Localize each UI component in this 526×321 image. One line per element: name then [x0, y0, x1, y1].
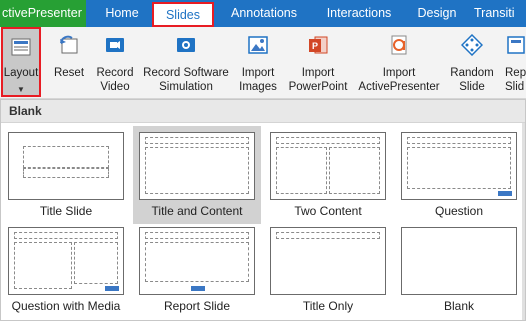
import-images-label: Import Images	[239, 67, 277, 93]
layout-gallery: Blank Title Slide Title and Content Two …	[0, 99, 526, 321]
thumbnail	[401, 227, 517, 295]
record-software-simulation-label: Record Software Simulation	[143, 67, 229, 93]
import-images-button[interactable]: Import Images	[236, 27, 280, 97]
layout-question[interactable]: Question	[395, 126, 523, 224]
layout-icon	[11, 38, 31, 56]
layout-two-content[interactable]: Two Content	[264, 126, 392, 224]
tab-design[interactable]: Design	[410, 0, 464, 27]
tab-home[interactable]: Home	[92, 0, 152, 27]
layout-label: Blank	[443, 299, 475, 313]
layout-title-and-content[interactable]: Title and Content	[133, 126, 261, 224]
image-icon	[248, 36, 268, 54]
thumbnail	[139, 227, 255, 295]
thumbnail	[8, 132, 124, 200]
repeat-slide-button[interactable]: Rep Slid	[503, 27, 526, 97]
import-activepresenter-label: Import ActivePresenter	[358, 67, 440, 93]
ribbon-panel: Layout ▼ Reset Record Video Record Softw…	[0, 27, 526, 99]
import-powerpoint-button[interactable]: P Import PowerPoint	[285, 27, 351, 97]
thumbnail	[270, 227, 386, 295]
layout-label: Two Content	[294, 204, 362, 218]
camera-icon	[177, 38, 195, 52]
layout-label: Question with Media	[11, 299, 121, 313]
thumbnail	[8, 227, 124, 295]
layout-question-with-media[interactable]: Question with Media	[2, 221, 130, 319]
layout-blank[interactable]: Blank	[395, 221, 523, 319]
section-header: Blank	[1, 100, 525, 123]
tab-interactions[interactable]: Interactions	[316, 0, 402, 27]
thumbnail	[270, 132, 386, 200]
app-menu-tab[interactable]: ctivePresenter	[0, 0, 86, 27]
reset-icon	[60, 35, 78, 54]
layout-label: Question	[434, 204, 484, 218]
thumbnail	[139, 132, 255, 200]
layout-title-slide[interactable]: Title Slide	[2, 126, 130, 224]
svg-text:P: P	[312, 41, 318, 51]
tab-annotations[interactable]: Annotations	[222, 0, 306, 27]
chevron-down-icon: ▼	[17, 85, 25, 94]
submit-bar	[498, 191, 512, 196]
layout-button[interactable]: Layout ▼	[1, 27, 41, 97]
layout-label: Report Slide	[163, 299, 231, 313]
ribbon-tab-bar: ctivePresenter Home Slides Annotations I…	[0, 0, 526, 27]
record-video-label: Record Video	[96, 67, 134, 93]
reset-button[interactable]: Reset	[50, 27, 88, 97]
record-video-button[interactable]: Record Video	[93, 27, 137, 97]
video-camera-icon	[106, 38, 124, 52]
layout-label: Layout	[3, 67, 39, 79]
layout-title-only[interactable]: Title Only	[264, 221, 392, 319]
layout-label: Title Only	[302, 299, 354, 313]
random-slide-label: Random Slide	[450, 67, 494, 93]
layout-report-slide[interactable]: Report Slide	[133, 221, 261, 319]
layout-label: Title and Content	[151, 204, 243, 218]
repeat-slide-label: Rep Slid	[505, 67, 526, 93]
random-slide-button[interactable]: Random Slide	[448, 27, 496, 97]
gallery-scrollbar[interactable]	[522, 123, 525, 320]
report-bar	[191, 286, 205, 291]
powerpoint-icon: P	[309, 36, 328, 54]
layout-label: Title Slide	[39, 204, 93, 218]
tab-transitions[interactable]: Transiti	[474, 0, 526, 27]
record-software-simulation-button[interactable]: Record Software Simulation	[141, 27, 231, 97]
import-activepresenter-button[interactable]: Import ActivePresenter	[354, 27, 444, 97]
thumbnail	[401, 132, 517, 200]
import-powerpoint-label: Import PowerPoint	[288, 67, 348, 93]
repeat-icon	[507, 36, 525, 54]
tab-slides[interactable]: Slides	[152, 2, 214, 27]
submit-bar	[105, 286, 119, 291]
dice-icon	[461, 34, 483, 56]
reset-label: Reset	[53, 67, 85, 79]
activepresenter-icon	[391, 35, 407, 55]
